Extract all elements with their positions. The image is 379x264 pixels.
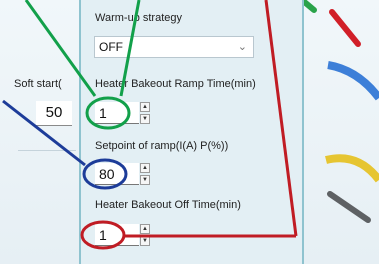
- gauge-yellow-arc: [325, 154, 379, 183]
- divider: [18, 150, 76, 151]
- up-arrow-icon[interactable]: ▲: [140, 163, 150, 173]
- soft-start-label: Soft start(: [14, 78, 62, 90]
- off-time-input[interactable]: 1: [95, 224, 139, 246]
- gauge-decoration: [300, 0, 379, 264]
- setpoint-input[interactable]: 80: [95, 163, 139, 185]
- off-time-label: Heater Bakeout Off Time(min): [95, 199, 241, 211]
- chevron-down-icon[interactable]: ⌄: [238, 40, 247, 53]
- setpoint-label: Setpoint of ramp(I(A) P(%)): [95, 140, 229, 152]
- warmup-strategy-label: Warm-up strategy: [95, 12, 183, 24]
- soft-start-field[interactable]: 50: [36, 101, 72, 126]
- ramp-time-label: Heater Bakeout Ramp Time(min): [95, 78, 256, 90]
- up-arrow-icon[interactable]: ▲: [140, 224, 150, 234]
- ramp-time-input[interactable]: 1: [95, 102, 139, 124]
- down-arrow-icon[interactable]: ▼: [140, 175, 150, 185]
- gauge-gray-needle: [327, 191, 371, 223]
- off-time-stepper[interactable]: ▲ ▼: [140, 224, 150, 246]
- down-arrow-icon[interactable]: ▼: [140, 114, 150, 124]
- warmup-strategy-dropdown[interactable]: OFF ⌄: [94, 36, 254, 58]
- warmup-strategy-value: OFF: [99, 40, 123, 54]
- gauge-red-needle: [329, 9, 361, 47]
- down-arrow-icon[interactable]: ▼: [140, 236, 150, 246]
- gauge-blue-arc: [327, 61, 379, 101]
- ramp-time-stepper[interactable]: ▲ ▼: [140, 102, 150, 124]
- up-arrow-icon[interactable]: ▲: [140, 102, 150, 112]
- setpoint-stepper[interactable]: ▲ ▼: [140, 163, 150, 185]
- settings-popup: Warm-up strategy OFF ⌄ Heater Bakeout Ra…: [79, 0, 304, 264]
